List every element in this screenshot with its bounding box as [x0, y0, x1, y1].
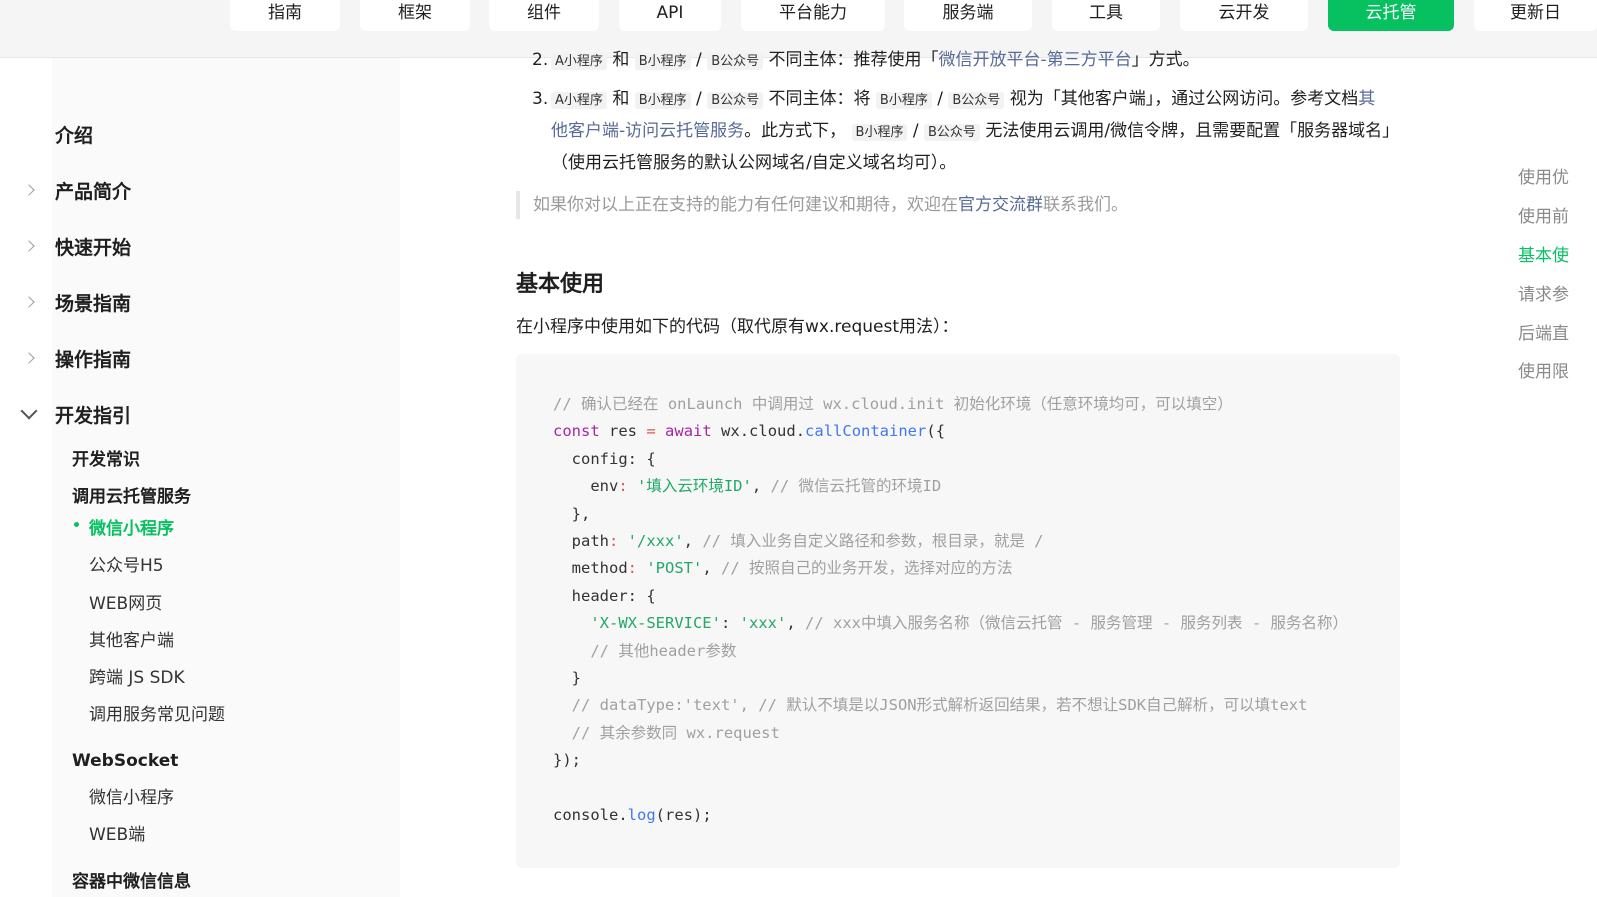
- sidebar-item-js-sdk[interactable]: 跨端 JS SDK: [89, 663, 185, 688]
- section-heading: 基本使用: [516, 272, 605, 297]
- sidebar-item-scenarios[interactable]: 场景指南: [55, 289, 131, 316]
- sidebar-section-container-info[interactable]: 容器中微信信息: [72, 867, 191, 892]
- sidebar-item-h5[interactable]: 公众号H5: [89, 551, 164, 576]
- nav-tab-server[interactable]: 服务端: [904, 0, 1032, 31]
- toc-item[interactable]: 使用前: [1518, 202, 1597, 227]
- sidebar-item-miniprogram[interactable]: 微信小程序: [89, 514, 174, 539]
- blockquote: 如果你对以上正在支持的能力有任何建议和期待，欢迎在官方交流群联系我们。: [516, 191, 1400, 219]
- list-item: 2. A小程序 和 B小程序 / B公众号 不同主体：推荐使用「微信开放平台-第…: [532, 50, 1200, 70]
- code-tag: B公众号: [707, 53, 764, 70]
- toc-item[interactable]: 后端直: [1518, 319, 1597, 344]
- sidebar-item-dev-guide[interactable]: 开发指引: [55, 401, 131, 428]
- nav-tab-cloud-hosting[interactable]: 云托管: [1328, 0, 1454, 31]
- code-tag: B小程序: [634, 92, 691, 109]
- link-community-group[interactable]: 官方交流群: [958, 195, 1043, 215]
- sidebar-item-operations[interactable]: 操作指南: [55, 345, 131, 372]
- toc-item[interactable]: 请求参: [1518, 280, 1597, 305]
- sidebar-section-dev-basics[interactable]: 开发常识: [72, 445, 140, 470]
- nav-tab-platform[interactable]: 平台能力: [741, 0, 885, 31]
- active-dot-icon: [74, 522, 79, 527]
- sidebar-item-product[interactable]: 产品简介: [55, 177, 131, 204]
- toc-item[interactable]: 使用限: [1518, 357, 1597, 382]
- code-tag: B公众号: [924, 124, 980, 141]
- code-tag: A小程序: [551, 92, 607, 109]
- sidebar-item-ws-miniprogram[interactable]: 微信小程序: [89, 783, 174, 808]
- code-tag: B小程序: [634, 53, 691, 70]
- toc-item-active[interactable]: 基本使: [1518, 241, 1597, 266]
- nav-tab-cloud-dev[interactable]: 云开发: [1180, 0, 1308, 31]
- code-tag: B小程序: [875, 92, 932, 109]
- sidebar-item-faq[interactable]: 调用服务常见问题: [89, 700, 225, 725]
- toc-item[interactable]: 使用优: [1518, 163, 1597, 188]
- nav-tab-changelog[interactable]: 更新日: [1474, 0, 1597, 31]
- nav-tab-tools[interactable]: 工具: [1052, 0, 1160, 31]
- sidebar-item-quickstart[interactable]: 快速开始: [55, 233, 131, 260]
- code-tag: A小程序: [551, 53, 607, 70]
- nav-tab-api[interactable]: API: [619, 0, 721, 31]
- code-tag: B公众号: [948, 92, 1005, 109]
- code-tag: B小程序: [851, 124, 908, 141]
- nav-tab-framework[interactable]: 框架: [360, 0, 470, 31]
- sidebar-item-web[interactable]: WEB网页: [89, 589, 162, 614]
- sidebar-item-intro[interactable]: 介绍: [55, 121, 93, 148]
- list-item: 3. A小程序 和 B小程序 / B公众号 不同主体：将 B小程序 / B公众号…: [532, 89, 1391, 173]
- intro-paragraph: 在小程序中使用如下的代码（取代原有wx.request用法）：: [516, 317, 959, 337]
- code-block: // 确认已经在 onLaunch 中调用过 wx.cloud.init 初始化…: [516, 354, 1400, 868]
- sidebar-item-ws-web[interactable]: WEB端: [89, 820, 145, 845]
- link-open-platform[interactable]: 微信开放平台-第三方平台: [939, 50, 1132, 70]
- sidebar-item-other-client[interactable]: 其他客户端: [89, 626, 174, 651]
- code-tag: B公众号: [707, 92, 764, 109]
- nav-tab-components[interactable]: 组件: [489, 0, 599, 31]
- sidebar-section-call-service[interactable]: 调用云托管服务: [72, 482, 191, 507]
- nav-tab-guide[interactable]: 指南: [230, 0, 340, 31]
- code-text: // 确认已经在 onLaunch 中调用过 wx.cloud.init 初始化…: [553, 395, 1348, 825]
- sidebar-section-websocket[interactable]: WebSocket: [72, 751, 178, 771]
